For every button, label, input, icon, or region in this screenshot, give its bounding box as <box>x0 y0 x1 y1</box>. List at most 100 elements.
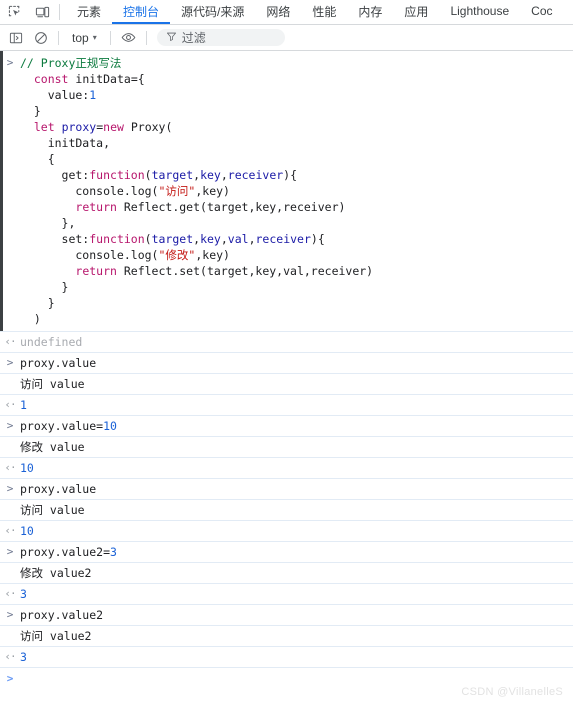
console-message-list[interactable]: > // Proxy正规写法 const initData={ value:1 … <box>0 51 573 710</box>
console-message-input[interactable]: > proxy.value <box>0 479 573 500</box>
console-message-log[interactable]: 修改 value2 <box>0 563 573 584</box>
input-marker: > <box>6 356 14 369</box>
token: , <box>220 168 228 182</box>
token: undefined <box>20 335 83 349</box>
console-message-input[interactable]: > proxy.value <box>0 353 573 374</box>
token: proxy.value2 <box>20 608 104 622</box>
result-marker: ‹· <box>4 587 16 600</box>
devtools-tabstrip: 元素 控制台 源代码/来源 网络 性能 内存 应用 Lighthouse Coc <box>0 0 573 25</box>
token: proxy.value <box>20 356 97 370</box>
tabstrip-tool-icons <box>0 0 55 24</box>
token: set: <box>20 232 90 246</box>
source-line: value:1 <box>20 87 567 103</box>
token: value: <box>20 88 90 102</box>
source-line: } <box>20 295 567 311</box>
message-text: 访问 value2 <box>20 628 573 644</box>
tab-memory[interactable]: 内存 <box>347 0 393 24</box>
token: ( <box>144 168 152 182</box>
execution-context-label: top <box>72 30 89 45</box>
console-message-output[interactable]: ‹· 10 <box>0 458 573 479</box>
message-text: undefined <box>20 334 573 350</box>
source-line: get:function(target,key,receiver){ <box>20 167 567 183</box>
device-toolbar-icon[interactable] <box>33 3 51 21</box>
message-text: 10 <box>20 523 573 539</box>
token: proxy.value <box>20 482 97 496</box>
token: ( <box>144 232 152 246</box>
console-message-log[interactable]: 修改 value <box>0 437 573 458</box>
input-marker: > <box>6 608 14 621</box>
token: Reflect.get(target,key,receiver) <box>116 200 346 214</box>
token: receiver <box>227 168 284 182</box>
console-message-output[interactable]: ‹· 10 <box>0 521 573 542</box>
tab-console[interactable]: 控制台 <box>112 0 171 24</box>
token: , <box>248 232 256 246</box>
source-line: } <box>20 103 567 119</box>
token: function <box>89 232 145 246</box>
tab-performance[interactable]: 性能 <box>301 0 347 24</box>
token: console.log( <box>20 248 159 262</box>
console-message-input[interactable]: > proxy.value2 <box>0 605 573 626</box>
token: ={ <box>130 72 145 86</box>
tab-network[interactable]: 网络 <box>255 0 301 24</box>
message-text: 1 <box>20 397 573 413</box>
console-message-output[interactable]: ‹· 3 <box>0 647 573 668</box>
token: return <box>75 264 117 278</box>
token: 修改 value <box>20 440 85 454</box>
token: 3 <box>20 650 27 664</box>
tab-label: 源代码/来源 <box>181 4 245 19</box>
console-messages: ‹· undefined > proxy.value 访问 value ‹· 1 > proxy… <box>0 332 573 668</box>
tab-label: Coc <box>531 4 553 18</box>
tab-label: 性能 <box>312 4 337 19</box>
console-toolbar: top ▾ 过滤 <box>0 25 573 51</box>
console-message-input[interactable]: > proxy.value=10 <box>0 416 573 437</box>
input-marker: > <box>6 545 14 558</box>
token: key <box>200 232 221 246</box>
tab-label: 元素 <box>77 4 102 19</box>
console-message-input[interactable]: > proxy.value2=3 <box>0 542 573 563</box>
tab-overflow[interactable]: Coc <box>520 0 563 24</box>
toolbar-divider <box>58 30 59 45</box>
console-message-log[interactable]: 访问 value <box>0 500 573 521</box>
execution-context-selector[interactable]: top ▾ <box>67 30 102 46</box>
message-text: 访问 value <box>20 502 573 518</box>
source-line: set:function(target,key,val,receiver){ <box>20 231 567 247</box>
message-text: 3 <box>20 586 573 602</box>
eye-icon[interactable] <box>119 28 138 47</box>
source-line: console.log("访问",key) <box>20 183 567 199</box>
token: let <box>33 120 55 134</box>
console-message-output[interactable]: ‹· 3 <box>0 584 573 605</box>
token: const <box>33 72 69 86</box>
sidebar-toggle-icon[interactable] <box>6 28 25 47</box>
console-message-output[interactable]: ‹· undefined <box>0 332 573 353</box>
token: } <box>20 280 69 294</box>
input-marker: > <box>6 482 14 495</box>
token: Proxy( <box>123 120 173 134</box>
console-message-log[interactable]: 访问 value <box>0 374 573 395</box>
message-text: proxy.value2 <box>20 607 573 623</box>
token: key <box>200 168 221 182</box>
message-text: proxy.value=10 <box>20 418 573 434</box>
console-message-output[interactable]: ‹· 1 <box>0 395 573 416</box>
tab-elements[interactable]: 元素 <box>66 0 112 24</box>
token: function <box>89 168 145 182</box>
result-marker: ‹· <box>4 335 16 348</box>
token: , <box>220 232 228 246</box>
token: } <box>20 296 55 310</box>
console-message-log[interactable]: 访问 value2 <box>0 626 573 647</box>
filter-input[interactable]: 过滤 <box>156 29 285 46</box>
tab-application[interactable]: 应用 <box>393 0 439 24</box>
result-marker: ‹· <box>4 524 16 537</box>
source-line: initData, <box>20 135 567 151</box>
token: 1 <box>20 398 27 412</box>
clear-console-icon[interactable] <box>31 28 50 47</box>
token: proxy <box>61 120 97 134</box>
message-text: 10 <box>20 460 573 476</box>
tab-sources[interactable]: 源代码/来源 <box>170 0 255 24</box>
token: "访问" <box>158 184 196 198</box>
console-input-source-block[interactable]: > // Proxy正规写法 const initData={ value:1 … <box>0 51 573 332</box>
token: proxy.value= <box>20 419 104 433</box>
token: 修改 value2 <box>20 566 92 580</box>
tab-lighthouse[interactable]: Lighthouse <box>439 0 520 24</box>
inspect-element-icon[interactable] <box>6 3 24 21</box>
